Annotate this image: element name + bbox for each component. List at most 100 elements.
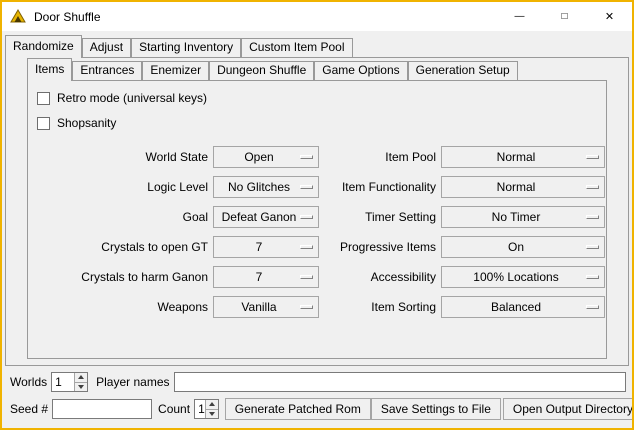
dropdown-indicator-icon (300, 245, 313, 249)
items-tab-panel: Retro mode (universal keys) Shopsanity W… (27, 80, 607, 359)
crystals-harm-ganon-value: 7 (256, 270, 263, 284)
player-names-input[interactable] (174, 372, 627, 392)
worlds-row: Worlds 1 Player names (10, 372, 626, 392)
shopsanity-checkbox-row[interactable]: Shopsanity (37, 113, 606, 133)
tab-custom-item-pool[interactable]: Custom Item Pool (241, 38, 352, 57)
weapons-value: Vanilla (241, 300, 276, 314)
item-pool-value: Normal (497, 150, 536, 164)
app-icon (10, 9, 26, 25)
timer-setting-dropdown[interactable]: No Timer (441, 206, 605, 228)
progressive-items-label: Progressive Items (324, 236, 436, 258)
subtab-entrances[interactable]: Entrances (72, 61, 142, 80)
world-state-value: Open (244, 150, 273, 164)
seed-label: Seed # (10, 402, 48, 416)
count-label: Count (158, 402, 190, 416)
subtab-enemizer[interactable]: Enemizer (142, 61, 209, 80)
dropdown-indicator-icon (586, 185, 599, 189)
spinner-up-icon[interactable] (75, 373, 87, 382)
caption-buttons: — □ ✕ (497, 2, 632, 31)
count-value: 1 (195, 400, 205, 418)
item-pool-label: Item Pool (324, 146, 436, 168)
secondary-tab-row: Items Entrances Enemizer Dungeon Shuffle… (27, 58, 607, 80)
dropdown-indicator-icon (586, 305, 599, 309)
app-window: Door Shuffle — □ ✕ Randomize Adjust Star… (0, 0, 634, 430)
retro-mode-label: Retro mode (universal keys) (57, 91, 207, 105)
timer-setting-label: Timer Setting (324, 206, 436, 228)
window-title: Door Shuffle (34, 10, 101, 24)
minimize-icon[interactable]: — (497, 2, 542, 31)
worlds-label: Worlds (10, 375, 47, 389)
goal-label: Goal (36, 206, 208, 228)
maximize-icon[interactable]: □ (542, 2, 587, 31)
progressive-items-value: On (508, 240, 524, 254)
logic-level-label: Logic Level (36, 176, 208, 198)
spinner-down-icon[interactable] (75, 382, 87, 392)
item-functionality-label: Item Functionality (324, 176, 436, 198)
item-sorting-value: Balanced (491, 300, 541, 314)
dropdown-indicator-icon (300, 155, 313, 159)
accessibility-dropdown[interactable]: 100% Locations (441, 266, 605, 288)
crystals-harm-ganon-dropdown[interactable]: 7 (213, 266, 319, 288)
logic-level-value: No Glitches (228, 180, 290, 194)
item-functionality-value: Normal (497, 180, 536, 194)
seed-input[interactable] (52, 399, 152, 419)
subtab-game-options[interactable]: Game Options (314, 61, 407, 80)
close-icon[interactable]: ✕ (587, 2, 632, 31)
progressive-items-dropdown[interactable]: On (441, 236, 605, 258)
spinner-up-icon[interactable] (206, 400, 218, 409)
tab-randomize[interactable]: Randomize (5, 35, 82, 58)
generate-patched-rom-button[interactable]: Generate Patched Rom (225, 398, 371, 420)
logic-level-dropdown[interactable]: No Glitches (213, 176, 319, 198)
worlds-spinbox[interactable]: 1 (51, 372, 88, 392)
shopsanity-checkbox[interactable] (37, 117, 50, 130)
primary-notebook: Randomize Adjust Starting Inventory Cust… (5, 35, 629, 366)
count-spin-arrows (205, 400, 218, 418)
worlds-spin-arrows (74, 373, 87, 391)
accessibility-label: Accessibility (324, 266, 436, 288)
accessibility-value: 100% Locations (473, 270, 558, 284)
item-sorting-dropdown[interactable]: Balanced (441, 296, 605, 318)
player-names-label: Player names (96, 375, 169, 389)
primary-tab-row: Randomize Adjust Starting Inventory Cust… (5, 35, 629, 57)
subtab-dungeon-shuffle[interactable]: Dungeon Shuffle (209, 61, 314, 80)
shopsanity-label: Shopsanity (57, 116, 116, 130)
crystals-open-gt-value: 7 (256, 240, 263, 254)
subtab-generation-setup[interactable]: Generation Setup (408, 61, 518, 80)
item-pool-dropdown[interactable]: Normal (441, 146, 605, 168)
crystals-open-gt-dropdown[interactable]: 7 (213, 236, 319, 258)
goal-dropdown[interactable]: Defeat Ganon (213, 206, 319, 228)
retro-mode-checkbox[interactable] (37, 92, 50, 105)
dropdown-indicator-icon (300, 305, 313, 309)
dropdown-indicator-icon (300, 275, 313, 279)
weapons-label: Weapons (36, 296, 208, 318)
retro-mode-checkbox-row[interactable]: Retro mode (universal keys) (37, 88, 606, 108)
weapons-dropdown[interactable]: Vanilla (213, 296, 319, 318)
dropdown-indicator-icon (586, 245, 599, 249)
secondary-notebook: Items Entrances Enemizer Dungeon Shuffle… (27, 58, 607, 359)
timer-setting-value: No Timer (492, 210, 541, 224)
options-grid: World State Open Item Pool Normal Logic … (36, 146, 606, 318)
worlds-value: 1 (52, 373, 74, 391)
title-bar: Door Shuffle — □ ✕ (2, 2, 632, 31)
dropdown-indicator-icon (586, 275, 599, 279)
item-sorting-label: Item Sorting (324, 296, 436, 318)
crystals-harm-ganon-label: Crystals to harm Ganon (36, 266, 208, 288)
dropdown-indicator-icon (300, 185, 313, 189)
tab-starting-inventory[interactable]: Starting Inventory (131, 38, 241, 57)
dropdown-indicator-icon (300, 215, 313, 219)
world-state-dropdown[interactable]: Open (213, 146, 319, 168)
save-settings-button[interactable]: Save Settings to File (371, 398, 501, 420)
item-functionality-dropdown[interactable]: Normal (441, 176, 605, 198)
subtab-items[interactable]: Items (27, 58, 72, 81)
spinner-down-icon[interactable] (206, 409, 218, 419)
goal-value: Defeat Ganon (222, 210, 297, 224)
crystals-open-gt-label: Crystals to open GT (36, 236, 208, 258)
world-state-label: World State (36, 146, 208, 168)
seed-row: Seed # Count 1 Generate Patched Rom Save… (10, 398, 626, 420)
randomize-tab-panel: Items Entrances Enemizer Dungeon Shuffle… (5, 57, 629, 366)
dropdown-indicator-icon (586, 215, 599, 219)
tab-adjust[interactable]: Adjust (82, 38, 131, 57)
dropdown-indicator-icon (586, 155, 599, 159)
count-spinbox[interactable]: 1 (194, 399, 219, 419)
open-output-directory-button[interactable]: Open Output Directory (503, 398, 634, 420)
